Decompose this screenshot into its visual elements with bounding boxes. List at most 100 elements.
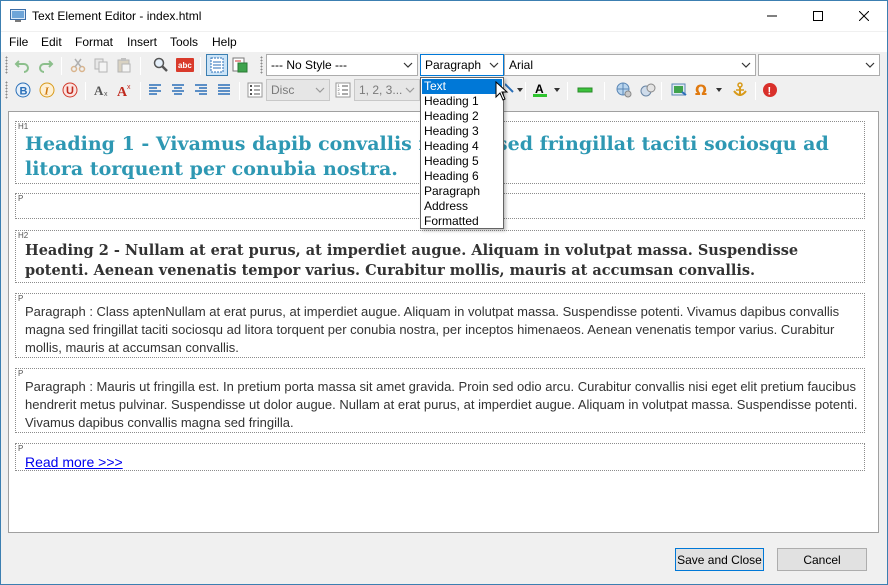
bullet-list-button[interactable]	[244, 79, 266, 101]
toolbar-grip[interactable]	[5, 81, 8, 99]
format-option-heading6[interactable]: Heading 6	[422, 169, 502, 184]
save-and-close-button[interactable]: Save and Close	[675, 548, 764, 571]
help-button[interactable]: !	[759, 79, 781, 101]
menu-insert[interactable]: Insert	[127, 35, 157, 49]
remove-link-button[interactable]	[637, 79, 659, 101]
menu-edit[interactable]: Edit	[41, 35, 62, 49]
paragraph-block[interactable]: P Paragraph : Mauris ut fringilla est. I…	[15, 368, 865, 433]
align-left-button[interactable]	[144, 79, 166, 101]
text-color-icon: A	[533, 82, 547, 97]
cancel-button[interactable]: Cancel	[777, 548, 867, 571]
bullet-style-combo[interactable]: Disc	[266, 79, 330, 101]
toolbar-separator	[140, 57, 141, 75]
format-option-heading5[interactable]: Heading 5	[422, 154, 502, 169]
show-blocks-icon	[210, 57, 224, 73]
insert-image-button[interactable]	[668, 79, 690, 101]
font-larger-button[interactable]: Ax	[113, 79, 135, 101]
block-tag-label: P	[18, 194, 24, 203]
redo-button[interactable]	[35, 54, 57, 76]
bullet-style-value: Disc	[271, 83, 295, 97]
read-more-block[interactable]: P Read more >>>	[15, 443, 865, 471]
paragraph-block[interactable]: P Paragraph : Class aptenNullam at erat …	[15, 293, 865, 358]
format-option-formatted[interactable]: Formatted	[422, 214, 502, 229]
copy-button[interactable]	[90, 54, 112, 76]
format-combo[interactable]: Paragraph	[420, 54, 504, 76]
svg-text:A: A	[94, 83, 104, 98]
block-tag-label: H1	[18, 122, 29, 131]
help-icon: !	[763, 83, 777, 98]
format-option-heading4[interactable]: Heading 4	[422, 139, 502, 154]
svg-text:!: !	[768, 86, 772, 98]
svg-text:B: B	[20, 86, 28, 98]
minimize-button[interactable]	[749, 1, 795, 31]
maximize-button[interactable]	[795, 1, 841, 31]
font-size-combo[interactable]	[758, 54, 880, 76]
spellcheck-icon: abc	[176, 58, 194, 72]
insert-symbol-dropdown[interactable]	[713, 79, 725, 101]
format-option-paragraph[interactable]: Paragraph	[422, 184, 502, 199]
close-button[interactable]	[841, 1, 887, 31]
insert-anchor-button[interactable]	[729, 79, 751, 101]
heading2-block[interactable]: H2 Heading 2 - Nullam at erat purus, at …	[15, 230, 865, 283]
insert-symbol-button[interactable]: Ω	[691, 79, 713, 101]
numbered-list-button[interactable]: 123	[332, 79, 354, 101]
format-dropdown-list: Text Heading 1 Heading 2 Heading 3 Headi…	[420, 77, 504, 229]
caret-down-icon	[554, 88, 560, 92]
format-option-heading1[interactable]: Heading 1	[422, 94, 502, 109]
text-color-dropdown[interactable]	[551, 79, 563, 101]
underline-button[interactable]: U	[59, 79, 81, 101]
toolbar-separator	[239, 82, 240, 100]
globe-link-icon	[616, 82, 632, 98]
svg-text:x: x	[127, 84, 131, 91]
toolbar-grip[interactable]	[260, 56, 263, 74]
format-option-heading2[interactable]: Heading 2	[422, 109, 502, 124]
paste-button[interactable]	[113, 54, 135, 76]
italic-button[interactable]: I	[36, 79, 58, 101]
bold-button[interactable]: B	[12, 79, 34, 101]
menu-file[interactable]: File	[9, 35, 28, 49]
align-center-icon	[172, 84, 184, 95]
font-decrease-icon: Ax	[94, 83, 108, 98]
style-combo[interactable]: --- No Style ---	[266, 54, 418, 76]
format-option-address[interactable]: Address	[422, 199, 502, 214]
toolbar-separator	[140, 82, 141, 100]
menu-tools[interactable]: Tools	[170, 35, 198, 49]
font-smaller-button[interactable]: Ax	[90, 79, 112, 101]
scissors-icon	[70, 58, 86, 73]
svg-text:U: U	[66, 85, 74, 97]
magnifier-icon	[153, 57, 168, 72]
format-option-text[interactable]: Text	[422, 79, 502, 94]
chevron-down-icon	[403, 62, 413, 68]
text-color-button[interactable]: A	[529, 79, 551, 101]
app-icon	[10, 9, 26, 23]
find-button[interactable]	[150, 54, 172, 76]
spellcheck-button[interactable]: abc	[174, 54, 196, 76]
menu-format[interactable]: Format	[75, 35, 113, 49]
insert-link-button[interactable]	[613, 79, 635, 101]
minimize-icon	[767, 15, 777, 17]
menu-help[interactable]: Help	[212, 35, 237, 49]
undo-icon	[14, 60, 29, 73]
show-blocks-button[interactable]	[206, 54, 228, 76]
cancel-label: Cancel	[803, 552, 841, 567]
paragraph-text[interactable]: Paragraph : Mauris ut fringilla est. In …	[25, 378, 865, 432]
save-and-close-label: Save and Close	[677, 552, 762, 567]
undo-button[interactable]	[11, 54, 33, 76]
justify-button[interactable]	[213, 79, 235, 101]
numbering-style-combo[interactable]: 1, 2, 3...	[354, 79, 420, 101]
font-combo[interactable]: Arial	[504, 54, 756, 76]
toolbar-separator	[200, 57, 201, 75]
toolbar-separator	[85, 82, 86, 100]
align-center-button[interactable]	[167, 79, 189, 101]
horizontal-rule-button[interactable]	[574, 79, 596, 101]
numbered-list-icon: 123	[335, 82, 351, 98]
read-more-link[interactable]: Read more >>>	[25, 454, 123, 470]
chevron-down-icon	[405, 87, 415, 93]
paragraph-text[interactable]: Paragraph : Class aptenNullam at erat pu…	[25, 303, 865, 357]
format-option-heading3[interactable]: Heading 3	[422, 124, 502, 139]
cut-button[interactable]	[67, 54, 89, 76]
toolbar-grip[interactable]	[5, 56, 8, 74]
heading2-text[interactable]: Heading 2 - Nullam at erat purus, at imp…	[25, 241, 863, 281]
source-view-button[interactable]	[229, 54, 251, 76]
align-right-button[interactable]	[190, 79, 212, 101]
